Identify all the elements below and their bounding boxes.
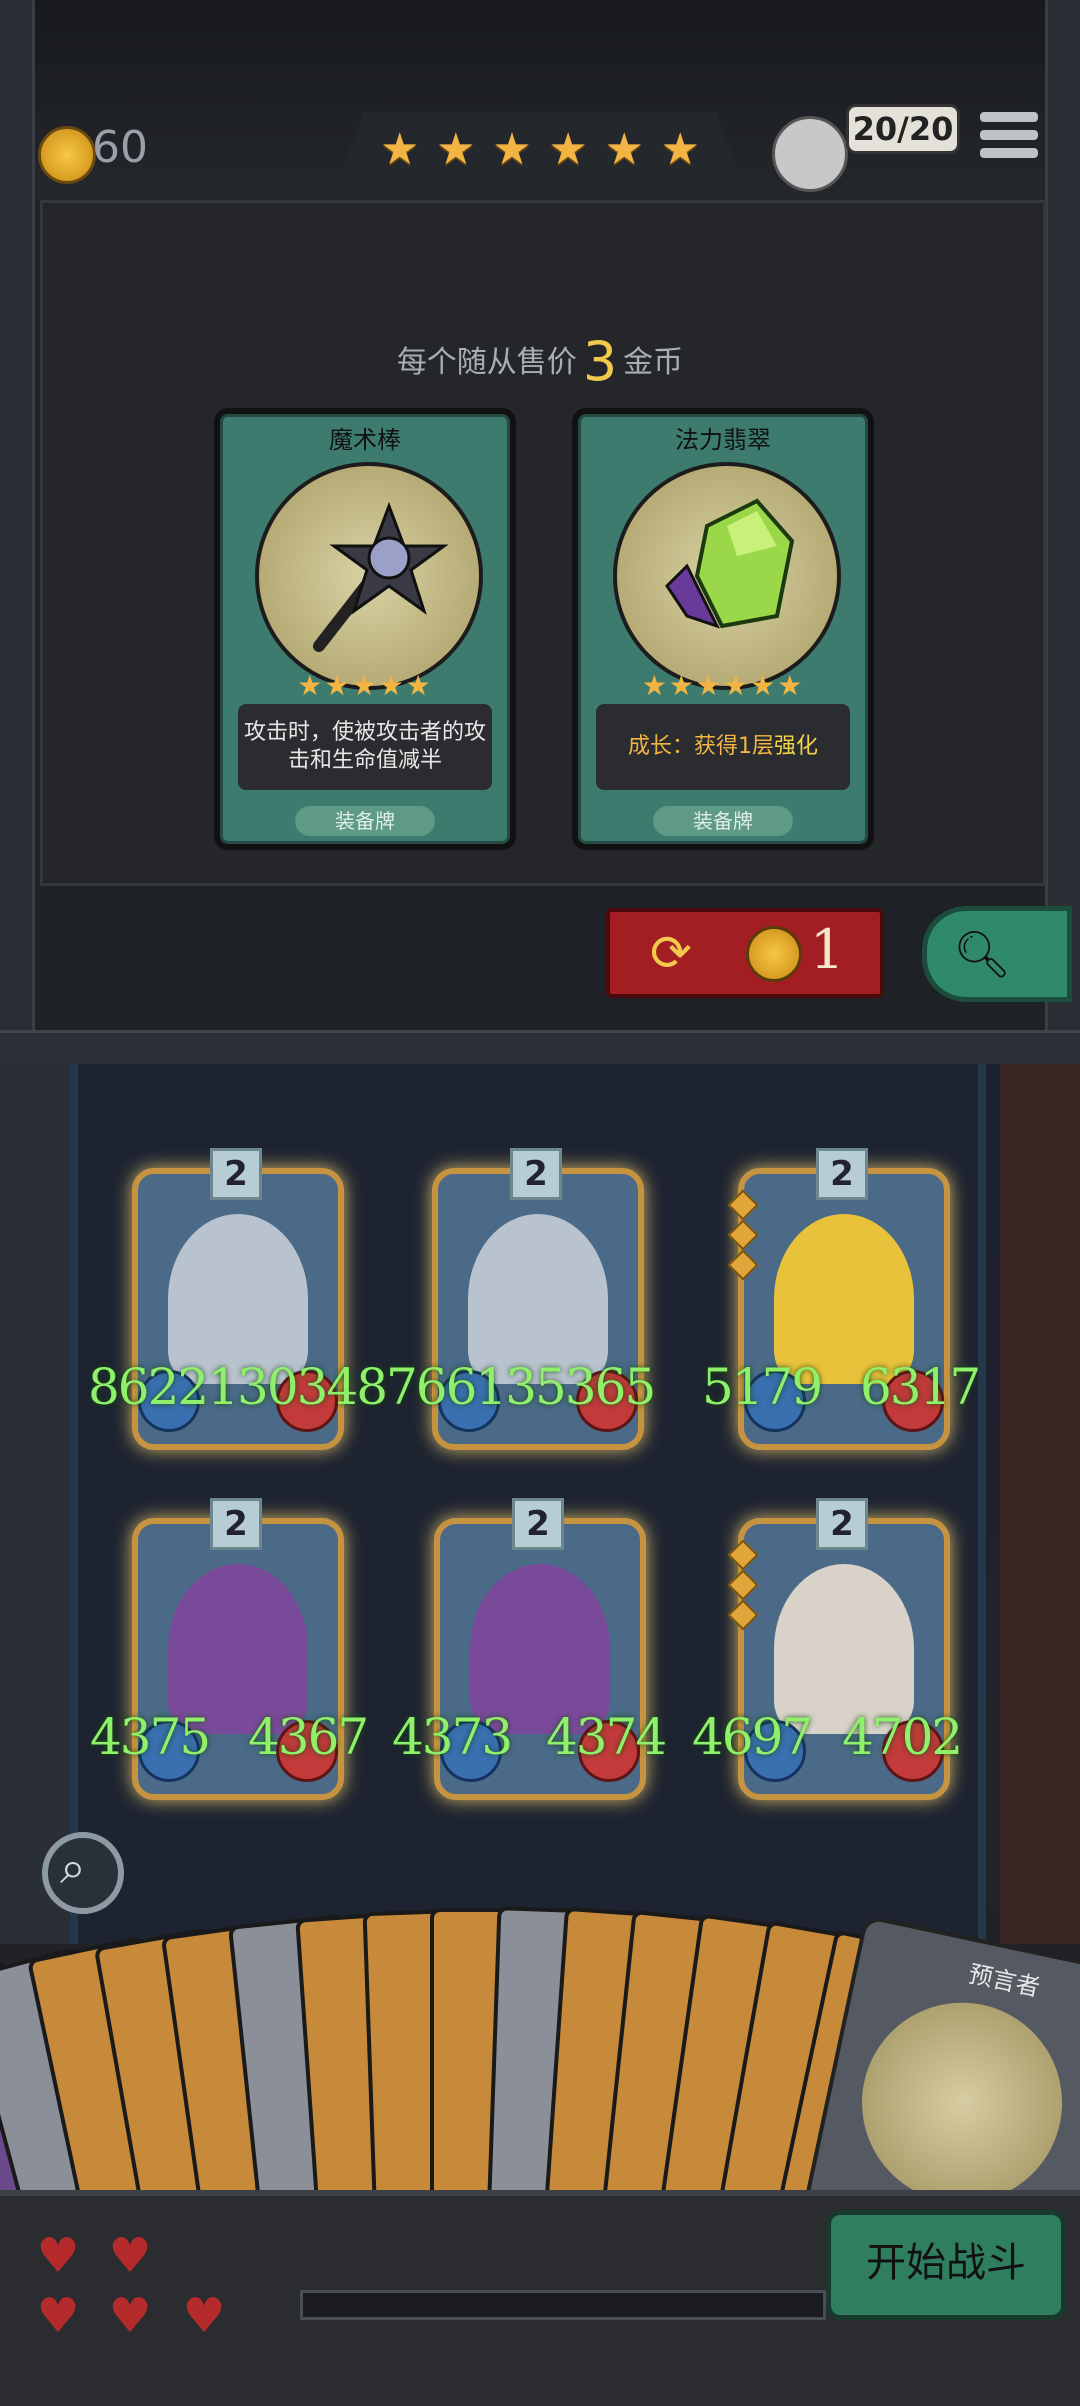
unit-count-bubble: 20/20: [846, 104, 960, 154]
minion-level: 2: [210, 1498, 262, 1550]
heart-icon: ♥: [108, 2288, 152, 2344]
player-avatar[interactable]: [772, 116, 848, 192]
minion-level: 2: [210, 1148, 262, 1200]
minion-level: 2: [816, 1498, 868, 1550]
minion-health: 4702: [842, 1708, 963, 1766]
star-icon: ★: [604, 124, 644, 175]
heart-icon: ♥: [182, 2288, 226, 2344]
tavern-tier-stars: ★ ★ ★ ★ ★ ★: [380, 120, 700, 180]
prophet-portrait: [843, 1984, 1080, 2222]
heart-icon: ♥: [36, 2228, 80, 2284]
refresh-icon: ⟳: [650, 924, 692, 982]
minion-attack: 4375: [90, 1708, 211, 1766]
gem-icon: [613, 462, 841, 690]
card-title: 法力翡翠: [675, 426, 771, 454]
shop-panel: [40, 200, 1046, 886]
star-icon: ★: [660, 124, 700, 175]
minion-attack: 4697: [692, 1708, 813, 1766]
shop-card-mana-jade[interactable]: 法力翡翠 ★★★★★★ 成长：获得1层 强化 装备牌: [572, 408, 874, 850]
star-icon: ★: [436, 124, 476, 175]
card-rail: [300, 2290, 826, 2320]
sell-price-label: 每个随从售价 3 金币: [396, 330, 684, 393]
hamburger-menu-icon[interactable]: [980, 112, 1038, 172]
magnifier-icon: 🔍︎: [953, 927, 1012, 981]
refresh-cost: 1: [810, 918, 845, 981]
minion-attack: 4373: [392, 1708, 513, 1766]
minion-health: 4374: [546, 1708, 667, 1766]
coin-count: 60: [92, 122, 148, 173]
coin-icon: [746, 926, 802, 982]
heart-icon: ♥: [36, 2288, 80, 2344]
search-button[interactable]: 🔍︎: [922, 906, 1072, 1002]
card-stars: ★★★★★: [297, 669, 433, 702]
shop-frame-right: [1045, 0, 1080, 1040]
shop-card-magic-wand[interactable]: 魔术棒 ★★★★★ 攻击时，使被攻击者的攻击和生命值减半 装备牌: [214, 408, 516, 850]
star-icon: ★: [380, 124, 420, 175]
start-battle-button[interactable]: 开始战斗: [826, 2210, 1066, 2320]
coin-icon: [38, 126, 96, 184]
minion-health: 6317: [860, 1358, 981, 1416]
star-icon: ★: [492, 124, 532, 175]
magnifier-icon: ⌕: [60, 1840, 86, 1894]
board-wall-right: [1000, 1064, 1080, 1944]
card-title: 魔术棒: [329, 426, 401, 454]
minion-health: 4367: [248, 1708, 369, 1766]
star-icon: ★: [548, 124, 588, 175]
shop-frame-left: [0, 0, 35, 1040]
board-wall-left: [0, 1064, 70, 1944]
card-description: 成长：获得1层 强化: [596, 704, 850, 790]
card-description: 攻击时，使被攻击者的攻击和生命值减半: [238, 704, 492, 790]
minion-level: 2: [512, 1498, 564, 1550]
refresh-shop-button[interactable]: ⟳ 1: [606, 908, 884, 998]
minion-level: 2: [816, 1148, 868, 1200]
card-type: 装备牌: [295, 806, 435, 836]
minion-level: 2: [510, 1148, 562, 1200]
mace-icon: [255, 462, 483, 690]
heart-icon: ♥: [108, 2228, 152, 2284]
minion-attack: 766135365: [386, 1358, 656, 1416]
card-type: 装备牌: [653, 806, 793, 836]
minion-attack: 8622130348: [88, 1358, 388, 1416]
card-stars: ★★★★★★: [641, 669, 805, 702]
sell-price-value: 3: [582, 330, 618, 393]
minion-attack: 5179: [702, 1358, 823, 1416]
card-title: 预言者: [966, 1959, 1043, 2003]
